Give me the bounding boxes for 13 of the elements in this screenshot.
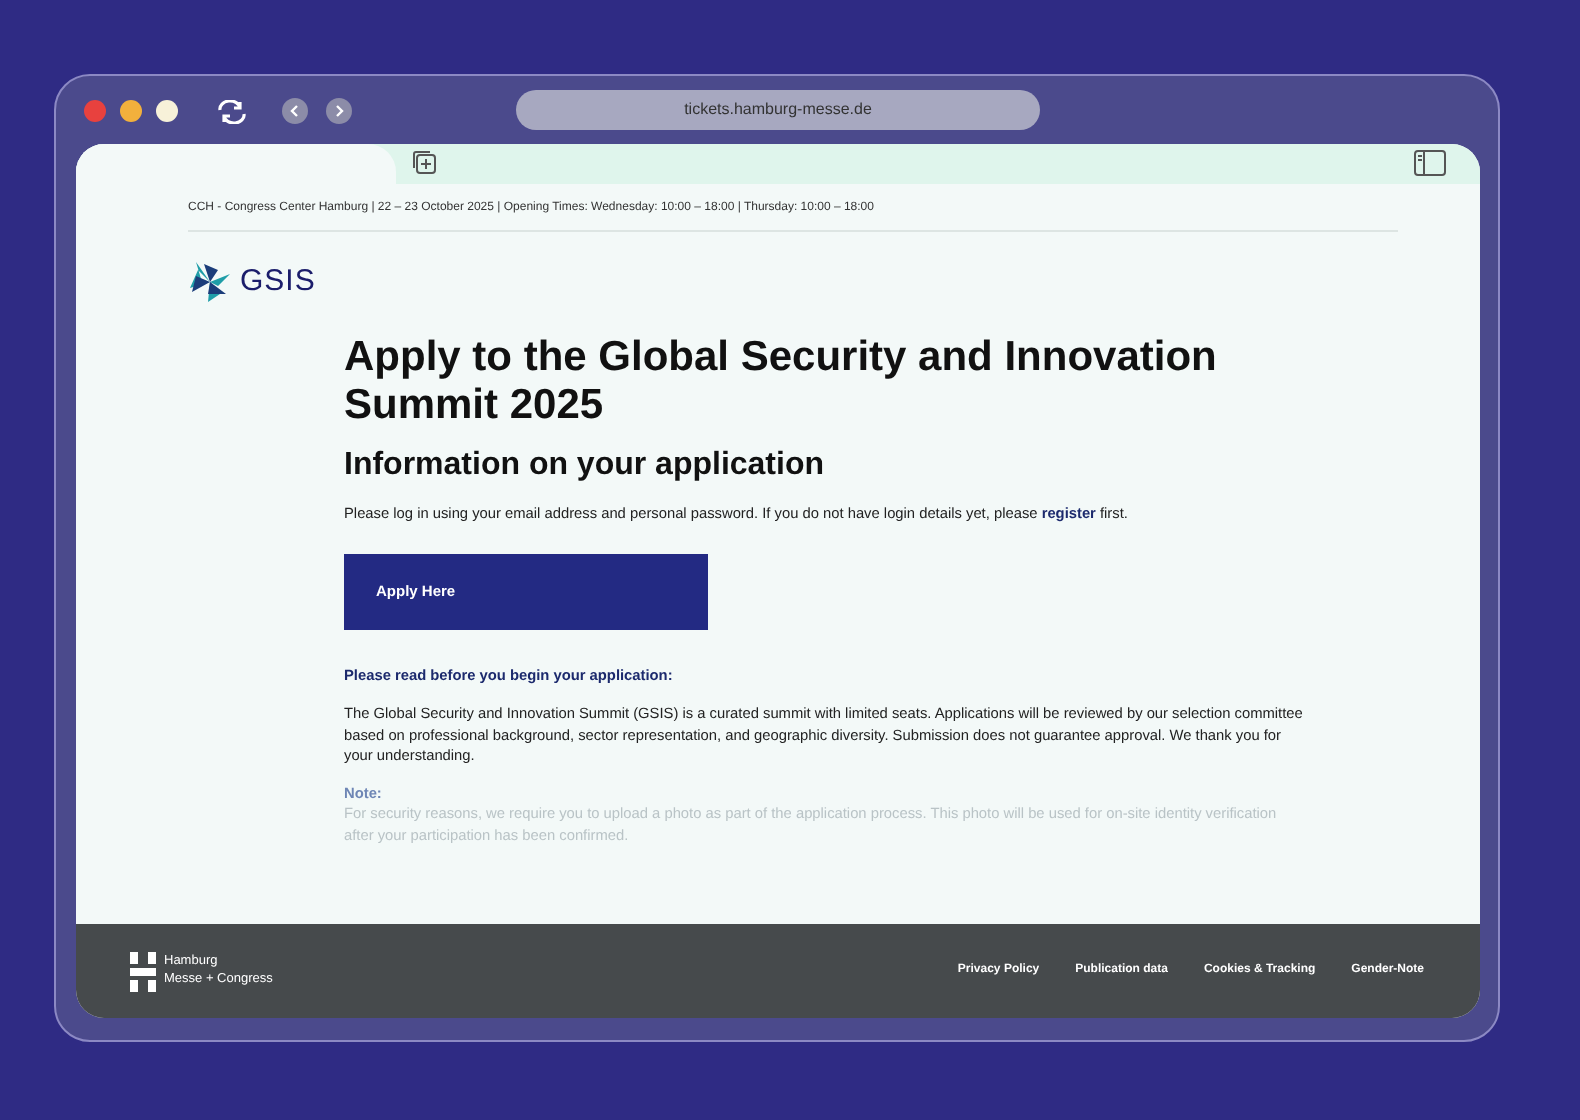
hamburg-messe-logo-icon [130, 951, 156, 991]
forward-icon[interactable] [326, 98, 352, 124]
address-bar[interactable]: tickets.hamburg-messe.de [516, 90, 1040, 130]
minimize-button[interactable] [120, 100, 142, 122]
page-title: Apply to the Global Security and Innovation Summit 2025 [344, 333, 1219, 430]
sidebar-icon[interactable] [1414, 150, 1446, 176]
refresh-icon[interactable] [216, 99, 248, 123]
maximize-button[interactable] [156, 100, 178, 122]
new-tab-icon[interactable] [412, 150, 436, 174]
section-heading: Information on your application [344, 445, 826, 484]
back-icon[interactable] [282, 98, 308, 124]
star-logo-icon [188, 260, 232, 305]
logo-text: GSIS [240, 262, 316, 302]
